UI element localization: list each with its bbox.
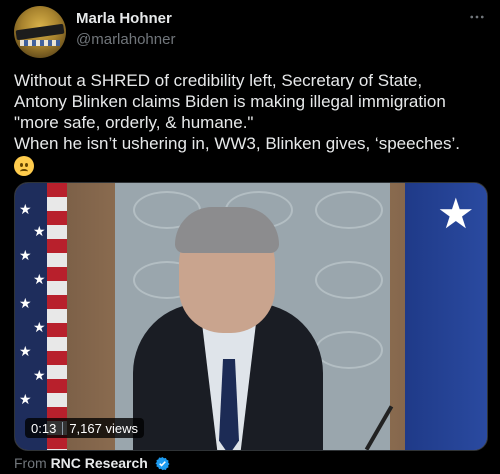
tweet-text-line: Without a SHRED of credibility left, Sec… (14, 71, 423, 90)
avatar-stripe (20, 40, 60, 46)
backdrop-seal (315, 331, 383, 369)
tweet-card: Marla Hohner @marlahohner Without a SHRE… (0, 0, 500, 474)
speaker-hair (175, 207, 279, 253)
backdrop-seal (315, 191, 383, 229)
author-handle[interactable]: @marlahohner (76, 31, 175, 48)
video-player[interactable]: ★ ★ ★ ★ ★ ★ ★ ★ ★ ★ 0:13 7,167 views (14, 182, 488, 451)
author-display-name[interactable]: Marla Hohner (76, 10, 172, 27)
state-department-flag: ★ (405, 183, 487, 450)
verified-badge-icon (155, 456, 170, 471)
backdrop-seal (315, 261, 383, 299)
confused-face-emoji-icon (14, 156, 34, 176)
tweet-text-line: Antony Blinken claims Biden is making il… (14, 92, 446, 111)
video-stats-badge: 0:13 7,167 views (25, 418, 144, 438)
video-duration: 0:13 (31, 420, 57, 436)
badge-divider (62, 421, 64, 435)
tweet-text-line: "more safe, orderly, & humane." (14, 113, 254, 132)
video-views: 7,167 views (69, 420, 138, 436)
more-options-icon[interactable] (466, 8, 488, 30)
tweet-text: Without a SHRED of credibility left, Sec… (14, 70, 490, 178)
us-flag: ★ ★ ★ ★ ★ ★ ★ ★ ★ (15, 183, 67, 450)
more-horizontal-icon (470, 15, 484, 19)
author-avatar[interactable] (14, 6, 66, 58)
source-attribution: From RNC Research (14, 455, 170, 471)
source-prefix: From (14, 455, 47, 471)
avatar-band (15, 23, 65, 41)
tweet-text-line: When he isn’t ushering in, WW3, Blinken … (14, 134, 460, 153)
source-account-link[interactable]: RNC Research (51, 455, 148, 471)
